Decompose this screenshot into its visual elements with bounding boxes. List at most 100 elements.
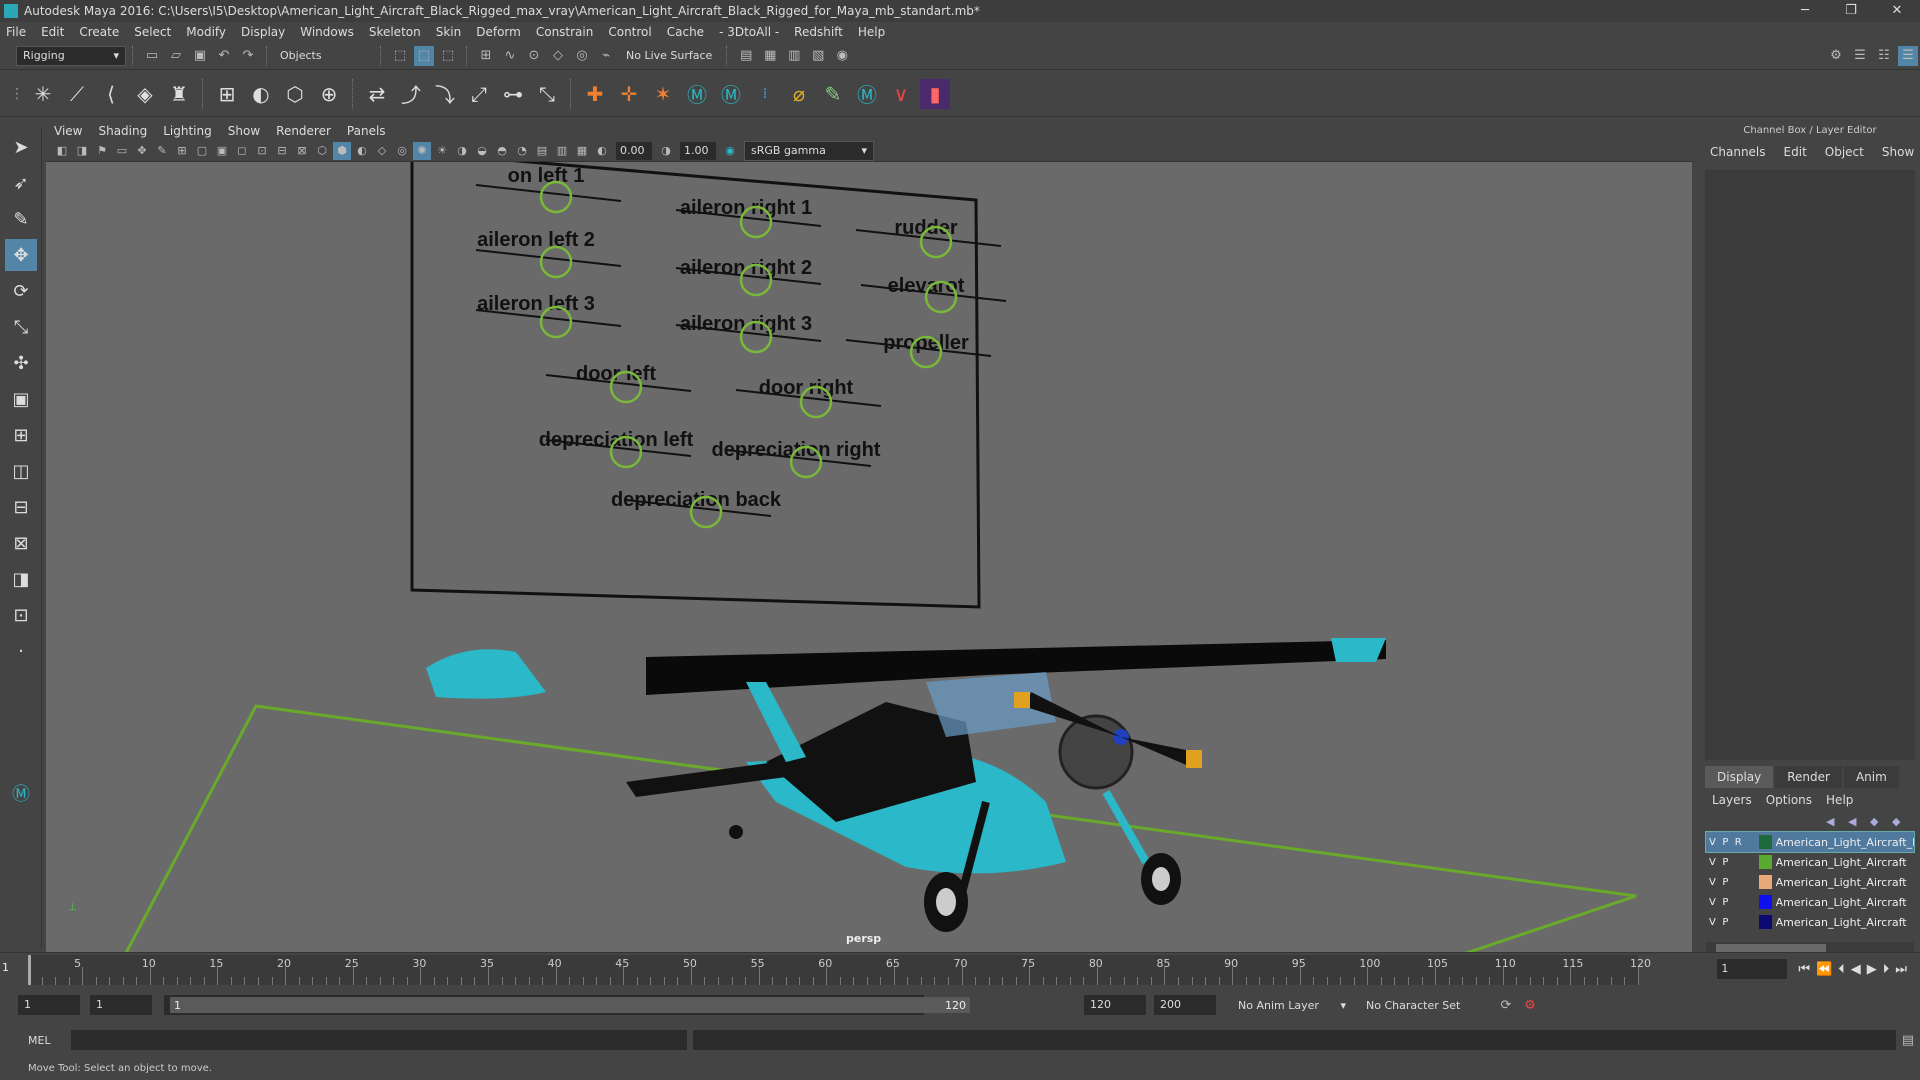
menu-cache[interactable]: Cache bbox=[667, 25, 704, 39]
paint-weights-icon[interactable]: ⁞ bbox=[750, 79, 780, 109]
menu-modify[interactable]: Modify bbox=[186, 25, 226, 39]
tab-display[interactable]: Display bbox=[1705, 766, 1774, 788]
channel-box-edit[interactable]: Edit bbox=[1784, 145, 1807, 159]
move-layer-up-icon[interactable]: ◀ bbox=[1826, 815, 1844, 828]
lasso-tool-icon[interactable]: ➶ bbox=[5, 167, 37, 199]
four-view-icon[interactable]: ⊞ bbox=[5, 419, 37, 451]
xray-icon[interactable]: ▥ bbox=[553, 142, 571, 160]
exposure-icon[interactable]: ◐ bbox=[593, 142, 611, 160]
layer-color-swatch[interactable] bbox=[1758, 875, 1772, 889]
ambient-occlusion-icon[interactable]: ◑ bbox=[453, 142, 471, 160]
attribute-editor-icon[interactable]: ☰ bbox=[1850, 46, 1870, 66]
layer-playback-toggle[interactable]: P bbox=[1719, 897, 1732, 908]
locator-icon[interactable]: ✚ bbox=[580, 79, 610, 109]
menuset-dropdown[interactable]: Rigging ▾ bbox=[16, 45, 126, 66]
locator-joint-icon[interactable]: ✛ bbox=[614, 79, 644, 109]
muscle-icon[interactable]: Ⓜ bbox=[852, 79, 882, 109]
auto-key-icon[interactable]: ⟳ bbox=[1496, 995, 1516, 1015]
panel-menu-shading[interactable]: Shading bbox=[98, 124, 147, 138]
layer-menu-help[interactable]: Help bbox=[1826, 793, 1853, 807]
new-layer-icon[interactable]: ◆ bbox=[1870, 815, 1888, 828]
end-time-field[interactable]: 200 bbox=[1154, 995, 1216, 1015]
bookmark-icon[interactable]: ⚑ bbox=[93, 142, 111, 160]
step-back-key-icon[interactable]: ⏪ bbox=[1816, 962, 1832, 977]
ik-handle-icon[interactable]: ⟋ bbox=[62, 79, 92, 109]
restore-button[interactable]: ❐ bbox=[1828, 0, 1874, 22]
menu-create[interactable]: Create bbox=[79, 25, 119, 39]
panel-menu-panels[interactable]: Panels bbox=[347, 124, 386, 138]
layer-row[interactable]: VPR American_Light_Aircraft_Black bbox=[1705, 831, 1915, 853]
tab-anim[interactable]: Anim bbox=[1843, 766, 1899, 788]
layer-visibility-toggle[interactable]: V bbox=[1706, 877, 1719, 888]
step-back-frame-icon[interactable]: ⏴ bbox=[1838, 962, 1845, 977]
persp-outliner-icon[interactable]: ◫ bbox=[5, 455, 37, 487]
bone-icon[interactable]: ⌀ bbox=[784, 79, 814, 109]
scale-constraint-icon[interactable]: ⤢ bbox=[464, 79, 494, 109]
channel-box-body[interactable] bbox=[1705, 170, 1915, 760]
layer-playback-toggle[interactable]: P bbox=[1719, 857, 1732, 868]
film-gate-icon[interactable]: ▢ bbox=[193, 142, 211, 160]
render-view-icon[interactable]: ▧ bbox=[808, 46, 828, 66]
step-forward-frame-icon[interactable]: ⏵ bbox=[1883, 962, 1890, 977]
grid-icon[interactable]: ⊞ bbox=[173, 142, 191, 160]
gamma-field[interactable]: 1.00 bbox=[680, 141, 716, 160]
time-ruler[interactable]: 5 10 15 20 25 30 35 40 45 50 55 60 65 70 75 80 85 90 95 100… bbox=[28, 955, 1651, 985]
minimize-button[interactable]: ─ bbox=[1782, 0, 1828, 22]
snap-grid-icon[interactable]: ⊞ bbox=[476, 46, 496, 66]
gamma-icon[interactable]: ◑ bbox=[657, 142, 675, 160]
layer-playback-toggle[interactable]: P bbox=[1719, 837, 1732, 848]
default-material-icon[interactable]: ◐ bbox=[353, 142, 371, 160]
wireframe-icon[interactable]: ⬡ bbox=[313, 142, 331, 160]
shelf-handle-icon[interactable]: ⋮ bbox=[10, 79, 24, 109]
save-scene-icon[interactable]: ▣ bbox=[190, 46, 210, 66]
aircraft-model[interactable] bbox=[426, 638, 1386, 932]
new-scene-icon[interactable]: ▭ bbox=[142, 46, 162, 66]
menu-edit[interactable]: Edit bbox=[41, 25, 64, 39]
anim-end-field[interactable]: 120 bbox=[1084, 995, 1146, 1015]
scrollbar-thumb[interactable] bbox=[1716, 944, 1826, 952]
viewport-persp[interactable]: on left 1 aileron right 1 rudder aileron le… bbox=[46, 162, 1692, 952]
bind-skin-icon[interactable]: ◈ bbox=[130, 79, 160, 109]
color-management-icon[interactable]: ◉ bbox=[721, 142, 739, 160]
panel-menu-show[interactable]: Show bbox=[228, 124, 260, 138]
layer-menu-options[interactable]: Options bbox=[1766, 793, 1812, 807]
vector-icon[interactable]: ∨ bbox=[886, 79, 916, 109]
play-back-icon[interactable]: ◀ bbox=[1851, 962, 1861, 977]
layer-visibility-toggle[interactable]: V bbox=[1706, 897, 1719, 908]
pole-vector-icon[interactable]: ⤡ bbox=[532, 79, 562, 109]
channel-box-icon[interactable]: ☰ bbox=[1898, 45, 1918, 66]
render-settings-icon[interactable]: ▤ bbox=[736, 46, 756, 66]
layer-visibility-toggle[interactable]: V bbox=[1706, 917, 1719, 928]
panel-menu-view[interactable]: View bbox=[54, 124, 82, 138]
point-constraint-icon[interactable]: ⇄ bbox=[362, 79, 392, 109]
grease-pencil-icon[interactable]: ✎ bbox=[153, 142, 171, 160]
layer-color-swatch[interactable] bbox=[1758, 895, 1772, 909]
image-plane-icon[interactable]: ▭ bbox=[113, 142, 131, 160]
layer-row[interactable]: V P American_Light_Aircraft bbox=[1706, 892, 1914, 912]
snap-point-icon[interactable]: ⊙ bbox=[524, 46, 544, 66]
layer-playback-toggle[interactable]: P bbox=[1719, 917, 1732, 928]
layer-row[interactable]: V P American_Light_Aircraft bbox=[1706, 872, 1914, 892]
safe-action-icon[interactable]: ⊟ bbox=[273, 142, 291, 160]
use-all-lights-icon[interactable]: ✺ bbox=[413, 141, 431, 160]
playhead[interactable] bbox=[28, 955, 31, 985]
start-time-field[interactable]: 1 bbox=[18, 995, 80, 1015]
open-scene-icon[interactable]: ▱ bbox=[166, 46, 186, 66]
uv-layout-icon[interactable]: ⊡ bbox=[5, 599, 37, 631]
anim-layer-dropdown[interactable]: No Anim Layer ▾ bbox=[1232, 995, 1352, 1015]
redshift-icon[interactable]: ▮ bbox=[920, 78, 950, 109]
copy-skin-icon[interactable]: Ⓜ bbox=[716, 79, 746, 109]
render-frame-icon[interactable]: ▦ bbox=[760, 46, 780, 66]
anim-start-field[interactable]: 1 bbox=[90, 995, 152, 1015]
command-input[interactable] bbox=[70, 1030, 688, 1050]
menu-windows[interactable]: Windows bbox=[300, 25, 354, 39]
resolution-gate-icon[interactable]: ▣ bbox=[213, 142, 231, 160]
move-tool-icon[interactable]: ✥ bbox=[5, 239, 37, 271]
panel-menu-lighting[interactable]: Lighting bbox=[163, 124, 212, 138]
snap-plane-icon[interactable]: ◇ bbox=[548, 46, 568, 66]
layer-row[interactable]: V P American_Light_Aircraft bbox=[1706, 852, 1914, 872]
selection-mode-dropdown[interactable]: Objects bbox=[274, 45, 374, 66]
shadows-icon[interactable]: ☀ bbox=[433, 142, 451, 160]
rotate-tool-icon[interactable]: ⟳ bbox=[5, 275, 37, 307]
make-live-icon[interactable]: ⌁ bbox=[596, 46, 616, 66]
